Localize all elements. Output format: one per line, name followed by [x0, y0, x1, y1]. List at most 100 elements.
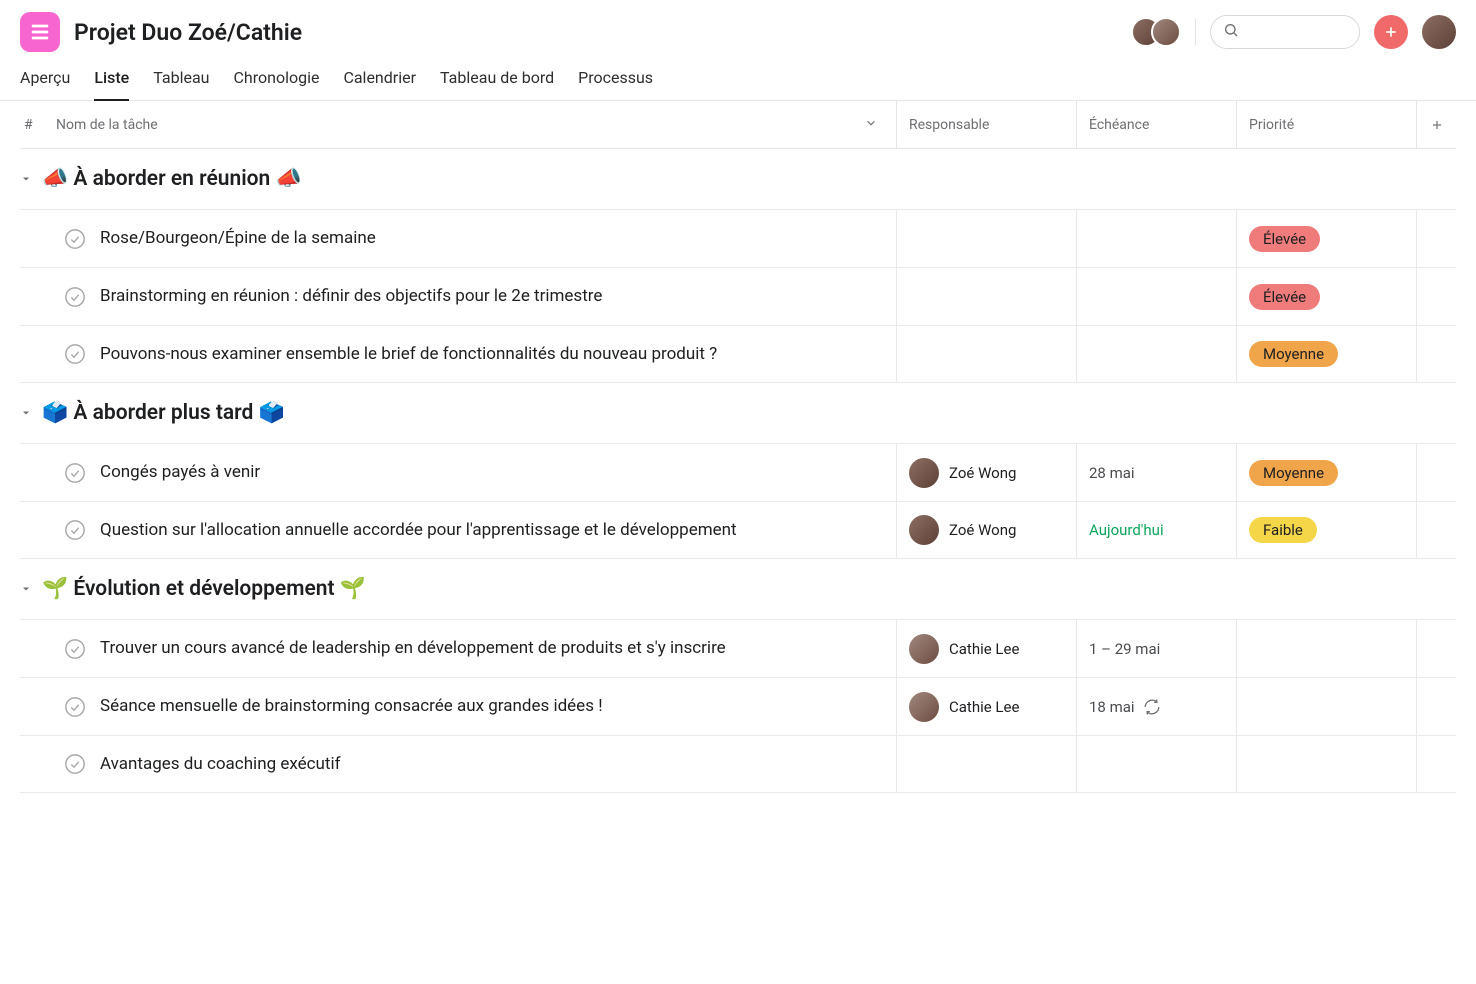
- task-name: Brainstorming en réunion : définir des o…: [100, 285, 602, 307]
- task-row[interactable]: Avantages du coaching exécutif: [20, 735, 1456, 793]
- task-name-cell[interactable]: Avantages du coaching exécutif: [56, 745, 896, 783]
- search-icon: [1223, 22, 1239, 42]
- task-row[interactable]: Question sur l'allocation annuelle accor…: [20, 501, 1456, 559]
- task-name: Trouver un cours avancé de leadership en…: [100, 637, 726, 659]
- complete-task-check-icon[interactable]: [64, 286, 86, 308]
- task-name-cell[interactable]: Pouvons-nous examiner ensemble le brief …: [56, 335, 896, 373]
- priority-cell[interactable]: [1236, 736, 1416, 792]
- section-growth: 🌱 Évolution et développement 🌱 Trouver un…: [20, 559, 1456, 793]
- column-priority[interactable]: Priorité: [1236, 101, 1416, 148]
- task-name-cell[interactable]: Séance mensuelle de brainstorming consac…: [56, 687, 896, 725]
- tab-list[interactable]: Liste: [94, 62, 129, 101]
- priority-cell[interactable]: [1236, 678, 1416, 735]
- due-date-cell[interactable]: 1 – 29 mai: [1076, 620, 1236, 677]
- search-box[interactable]: [1210, 15, 1360, 49]
- priority-cell[interactable]: Élevée: [1236, 268, 1416, 325]
- collapse-caret-icon[interactable]: [20, 401, 32, 425]
- collapse-caret-icon[interactable]: [20, 167, 32, 191]
- column-assignee[interactable]: Responsable: [896, 101, 1076, 148]
- due-date-cell[interactable]: [1076, 736, 1236, 792]
- project-title[interactable]: Projet Duo Zoé/Cathie: [74, 19, 302, 46]
- section-title: 🗳️ À aborder plus tard 🗳️: [42, 401, 285, 425]
- task-row[interactable]: Séance mensuelle de brainstorming consac…: [20, 677, 1456, 735]
- due-date-cell[interactable]: [1076, 268, 1236, 325]
- current-user-avatar[interactable]: [1422, 15, 1456, 49]
- extra-cell: [1416, 326, 1456, 382]
- chevron-down-icon[interactable]: [864, 116, 878, 134]
- task-row[interactable]: Congés payés à venir Zoé Wong 28 mai Moyenn…: [20, 443, 1456, 501]
- due-date: 28 mai: [1089, 464, 1135, 482]
- complete-task-check-icon[interactable]: [64, 228, 86, 250]
- assignee-cell[interactable]: [896, 326, 1076, 382]
- complete-task-check-icon[interactable]: [64, 519, 86, 541]
- task-name: Congés payés à venir: [100, 461, 260, 483]
- section-header[interactable]: 📣 À aborder en réunion 📣: [20, 149, 1456, 209]
- due-date-cell[interactable]: 18 mai: [1076, 678, 1236, 735]
- priority-pill-medium: Moyenne: [1249, 460, 1338, 486]
- tab-calendar[interactable]: Calendrier: [343, 62, 416, 100]
- assignee-name: Cathie Lee: [949, 640, 1019, 658]
- task-row[interactable]: Brainstorming en réunion : définir des o…: [20, 267, 1456, 325]
- add-button[interactable]: [1374, 15, 1408, 49]
- section-header[interactable]: 🌱 Évolution et développement 🌱: [20, 559, 1456, 619]
- section-header[interactable]: 🗳️ À aborder plus tard 🗳️: [20, 383, 1456, 443]
- priority-cell[interactable]: [1236, 620, 1416, 677]
- tab-overview[interactable]: Aperçu: [20, 62, 70, 100]
- assignee-avatar: [909, 634, 939, 664]
- assignee-name: Zoé Wong: [949, 521, 1016, 539]
- column-hash[interactable]: #: [20, 117, 56, 133]
- complete-task-check-icon[interactable]: [64, 343, 86, 365]
- assignee-avatar: [909, 692, 939, 722]
- project-members[interactable]: [1131, 17, 1181, 47]
- task-row[interactable]: Trouver un cours avancé de leadership en…: [20, 619, 1456, 677]
- recurring-icon: [1143, 698, 1161, 716]
- due-date: 18 mai: [1089, 698, 1135, 716]
- task-name-cell[interactable]: Question sur l'allocation annuelle accor…: [56, 511, 896, 549]
- add-column-button[interactable]: [1416, 101, 1456, 148]
- priority-cell[interactable]: Moyenne: [1236, 444, 1416, 501]
- tab-dashboard[interactable]: Tableau de bord: [440, 62, 554, 100]
- column-due[interactable]: Échéance: [1076, 101, 1236, 148]
- due-date-cell[interactable]: 28 mai: [1076, 444, 1236, 501]
- task-name-cell[interactable]: Congés payés à venir: [56, 453, 896, 491]
- search-input[interactable]: [1247, 24, 1347, 40]
- due-date-cell[interactable]: [1076, 210, 1236, 267]
- priority-pill-low: Faible: [1249, 517, 1317, 543]
- tabs: Aperçu Liste Tableau Chronologie Calendrier T…: [0, 52, 1476, 101]
- task-name-cell[interactable]: Brainstorming en réunion : définir des o…: [56, 277, 896, 315]
- assignee-cell[interactable]: Cathie Lee: [896, 678, 1076, 735]
- complete-task-check-icon[interactable]: [64, 462, 86, 484]
- due-date-cell[interactable]: Aujourd'hui: [1076, 502, 1236, 558]
- project-icon[interactable]: [20, 12, 60, 52]
- section-meeting: 📣 À aborder en réunion 📣Rose/Bourgeon/Ép…: [20, 149, 1456, 383]
- complete-task-check-icon[interactable]: [64, 753, 86, 775]
- assignee-cell[interactable]: [896, 736, 1076, 792]
- extra-cell: [1416, 444, 1456, 501]
- task-row[interactable]: Pouvons-nous examiner ensemble le brief …: [20, 325, 1456, 383]
- assignee-avatar: [909, 458, 939, 488]
- complete-task-check-icon[interactable]: [64, 696, 86, 718]
- priority-cell[interactable]: Élevée: [1236, 210, 1416, 267]
- tab-timeline[interactable]: Chronologie: [233, 62, 319, 100]
- assignee-cell[interactable]: [896, 268, 1076, 325]
- tab-board[interactable]: Tableau: [153, 62, 209, 100]
- assignee-name: Zoé Wong: [949, 464, 1016, 482]
- assignee-cell[interactable]: Zoé Wong: [896, 444, 1076, 501]
- priority-cell[interactable]: Moyenne: [1236, 326, 1416, 382]
- assignee-cell[interactable]: Cathie Lee: [896, 620, 1076, 677]
- assignee-cell[interactable]: Zoé Wong: [896, 502, 1076, 558]
- assignee-cell[interactable]: [896, 210, 1076, 267]
- collapse-caret-icon[interactable]: [20, 577, 32, 601]
- member-avatar[interactable]: [1151, 17, 1181, 47]
- task-name-cell[interactable]: Rose/Bourgeon/Épine de la semaine: [56, 219, 896, 257]
- due-date: 1 – 29 mai: [1089, 640, 1160, 658]
- complete-task-check-icon[interactable]: [64, 638, 86, 660]
- task-name-cell[interactable]: Trouver un cours avancé de leadership en…: [56, 629, 896, 667]
- extra-cell: [1416, 620, 1456, 677]
- priority-pill-high: Élevée: [1249, 226, 1320, 252]
- column-task-name[interactable]: Nom de la tâche: [56, 117, 158, 133]
- due-date-cell[interactable]: [1076, 326, 1236, 382]
- tab-process[interactable]: Processus: [578, 62, 653, 100]
- task-row[interactable]: Rose/Bourgeon/Épine de la semaine Élevée: [20, 209, 1456, 267]
- priority-cell[interactable]: Faible: [1236, 502, 1416, 558]
